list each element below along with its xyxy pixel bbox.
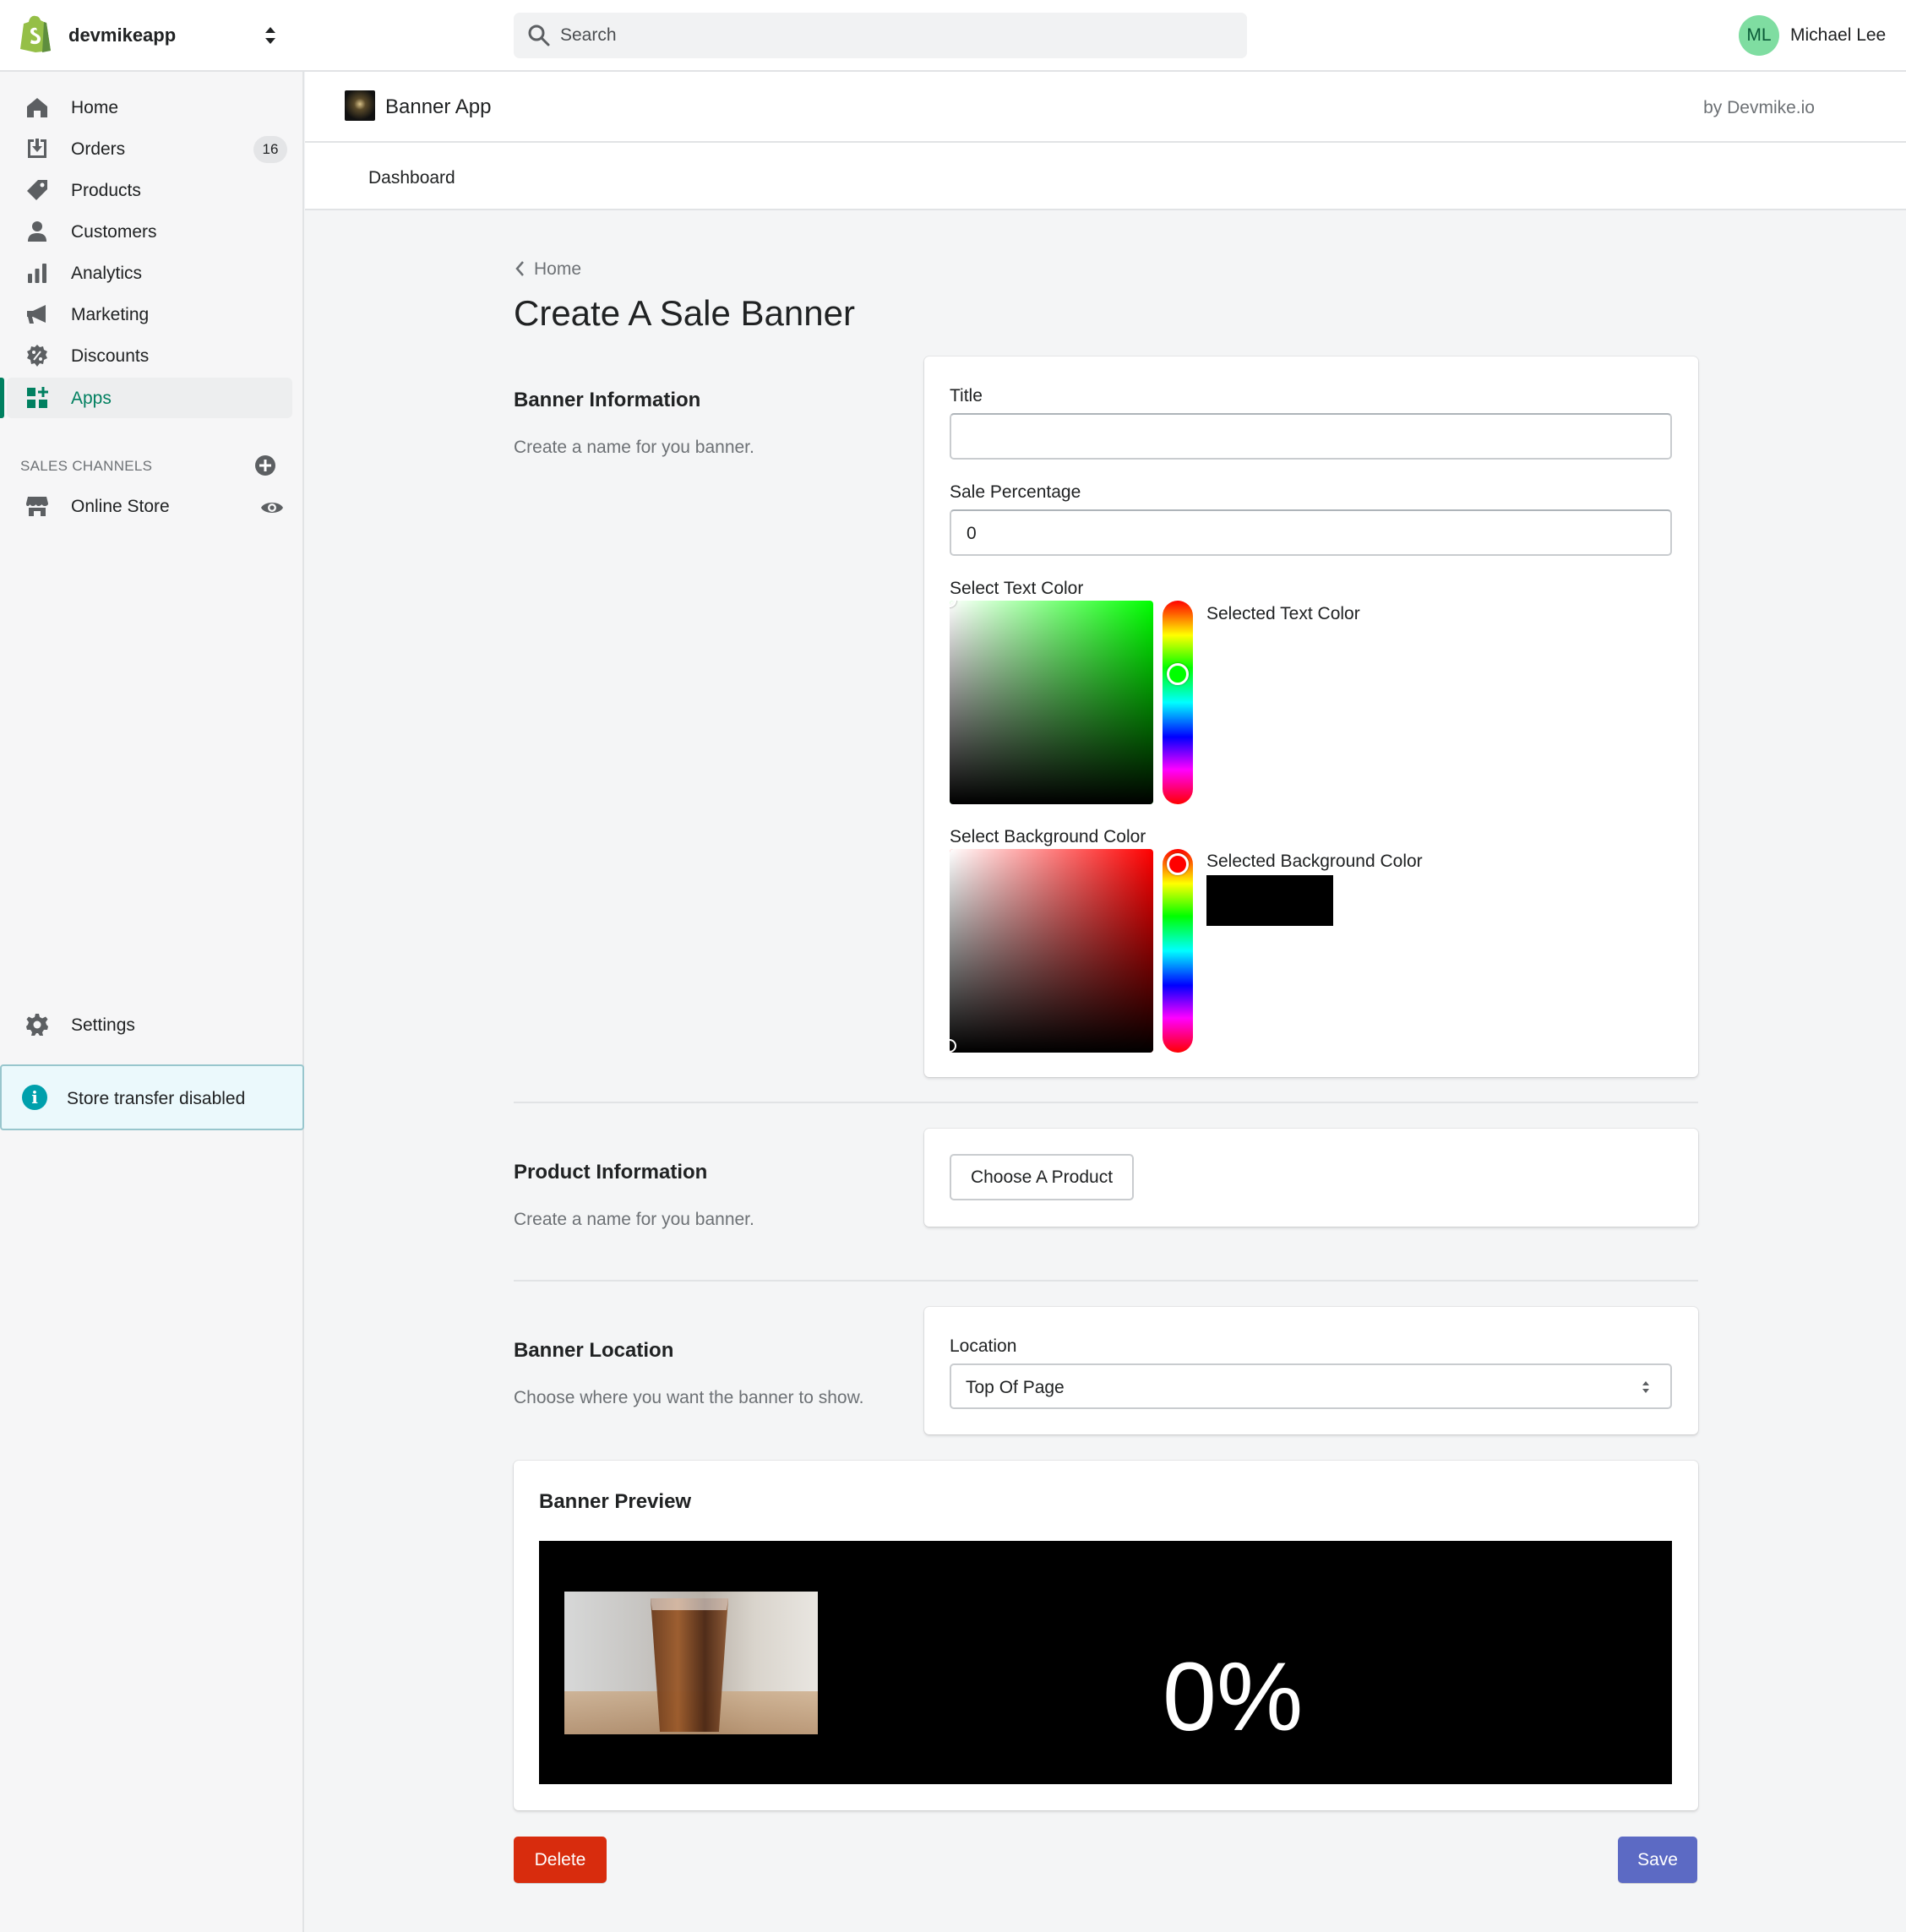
- add-channel-icon[interactable]: [253, 454, 277, 477]
- sidebar-item-label: Customers: [71, 222, 157, 242]
- orders-count-badge: 16: [253, 136, 287, 163]
- shopify-logo-icon: [20, 15, 51, 52]
- sidebar-item-label: Analytics: [71, 264, 143, 283]
- sidebar: Home Orders 16 Products Customers Analyt…: [0, 72, 304, 1932]
- sidebar-item-settings[interactable]: Settings: [7, 1004, 292, 1045]
- home-icon: [27, 98, 47, 117]
- sidebar-item-label: Settings: [71, 1015, 135, 1035]
- product-info-title: Product Information: [514, 1161, 708, 1184]
- text-color-label: Select Text Color: [950, 579, 1084, 598]
- bg-color-saturation-picker[interactable]: [950, 849, 1153, 1053]
- text-color-hue-slider[interactable]: [1163, 601, 1193, 804]
- section-divider: [514, 1280, 1698, 1282]
- store-name[interactable]: devmikeapp: [68, 24, 176, 46]
- sidebar-item-label: Products: [71, 181, 141, 200]
- banner-preview: 0%: [539, 1541, 1672, 1784]
- save-button[interactable]: Save: [1618, 1837, 1697, 1883]
- megaphone-icon: [27, 305, 46, 324]
- selected-text-color-label: Selected Text Color: [1206, 604, 1360, 623]
- chevron-left-icon[interactable]: [514, 259, 527, 278]
- tag-icon: [27, 180, 47, 200]
- page-title: Create A Sale Banner: [514, 293, 855, 333]
- sidebar-item-label: Online Store: [71, 497, 170, 516]
- value-gradient: [950, 849, 1153, 1053]
- breadcrumb[interactable]: Home: [534, 259, 581, 280]
- sidebar-item-label: Apps: [71, 389, 112, 408]
- user-name[interactable]: Michael Lee: [1790, 25, 1886, 46]
- product-info-description: Create a name for you banner.: [514, 1210, 754, 1229]
- banner-location-description: Choose where you want the banner to show…: [514, 1388, 864, 1407]
- selected-bg-color-swatch: [1206, 875, 1333, 926]
- app-logo: [345, 90, 375, 121]
- text-hue-handle[interactable]: [1167, 663, 1189, 685]
- store-transfer-notice: i Store transfer disabled: [0, 1064, 304, 1130]
- sidebar-item-label: Orders: [71, 139, 126, 159]
- sale-percentage-value: 0: [967, 524, 977, 543]
- sidebar-item-orders[interactable]: Orders 16: [7, 128, 292, 169]
- banner-location-title: Banner Location: [514, 1339, 674, 1362]
- value-gradient: [950, 601, 1153, 804]
- app-nav: Dashboard: [305, 143, 1906, 210]
- sidebar-item-marketing[interactable]: Marketing: [7, 294, 292, 335]
- sidebar-item-discounts[interactable]: Discounts: [7, 335, 292, 376]
- gear-icon: [26, 1014, 48, 1036]
- section-divider: [514, 1102, 1698, 1103]
- discount-icon: [27, 345, 47, 367]
- avatar[interactable]: ML: [1739, 15, 1779, 56]
- info-icon: i: [22, 1085, 47, 1110]
- bg-hue-handle[interactable]: [1167, 853, 1189, 875]
- sale-percentage-label: Sale Percentage: [950, 482, 1081, 502]
- sidebar-item-label: Home: [71, 98, 119, 117]
- banner-info-description: Create a name for you banner.: [514, 438, 754, 457]
- sidebar-item-apps[interactable]: Apps: [0, 378, 292, 418]
- text-color-saturation-picker[interactable]: [950, 601, 1153, 804]
- store-switcher-icon[interactable]: [262, 24, 279, 47]
- sidebar-item-label: Marketing: [71, 305, 150, 324]
- title-label: Title: [950, 386, 983, 405]
- select-arrows-icon: [1642, 1381, 1649, 1393]
- store-transfer-text: Store transfer disabled: [67, 1089, 246, 1108]
- sidebar-item-analytics[interactable]: Analytics: [7, 253, 292, 293]
- sales-channels-label: SALES CHANNELS: [20, 458, 153, 474]
- location-label: Location: [950, 1336, 1017, 1356]
- app-name: Banner App: [385, 95, 492, 118]
- banner-info-card: Title Sale Percentage 0 Select Text Colo…: [924, 356, 1698, 1077]
- choose-product-button[interactable]: Choose A Product: [950, 1154, 1134, 1200]
- apps-icon: [27, 387, 48, 408]
- iced-coffee-cup: [651, 1598, 728, 1732]
- sale-percentage-input[interactable]: 0: [950, 509, 1672, 556]
- banner-preview-title: Banner Preview: [539, 1490, 692, 1513]
- search-bar[interactable]: Search: [514, 13, 1247, 58]
- orders-icon: [28, 139, 46, 158]
- sidebar-item-label: Discounts: [71, 346, 150, 366]
- product-image: [564, 1592, 818, 1734]
- bg-color-label: Select Background Color: [950, 827, 1146, 846]
- location-value: Top Of Page: [966, 1378, 1065, 1397]
- title-input[interactable]: [950, 413, 1672, 460]
- eye-icon[interactable]: [260, 499, 284, 516]
- search-placeholder: Search: [560, 25, 617, 45]
- app-header: Banner App by Devmike.io: [305, 72, 1906, 143]
- banner-info-title: Banner Information: [514, 389, 701, 411]
- top-bar: devmikeapp Search ML Michael Lee: [0, 0, 1906, 72]
- sidebar-item-products[interactable]: Products: [7, 170, 292, 210]
- sidebar-item-customers[interactable]: Customers: [7, 211, 292, 252]
- sale-percentage-display: 0%: [1163, 1643, 1304, 1751]
- tab-dashboard[interactable]: Dashboard: [368, 168, 455, 188]
- bar-chart-icon: [28, 264, 46, 283]
- cup-rim: [651, 1598, 728, 1610]
- sidebar-item-home[interactable]: Home: [7, 87, 292, 128]
- delete-button[interactable]: Delete: [514, 1837, 607, 1883]
- product-info-card: Choose A Product: [924, 1129, 1698, 1227]
- selected-bg-color-label: Selected Background Color: [1206, 852, 1423, 871]
- sidebar-item-online-store[interactable]: Online Store: [7, 486, 292, 526]
- bg-color-hue-slider[interactable]: [1163, 849, 1193, 1053]
- app-developer[interactable]: by Devmike.io: [1703, 98, 1815, 118]
- search-icon: [528, 24, 550, 46]
- person-icon: [28, 221, 46, 242]
- store-icon: [26, 497, 48, 516]
- location-select[interactable]: Top Of Page: [950, 1363, 1672, 1409]
